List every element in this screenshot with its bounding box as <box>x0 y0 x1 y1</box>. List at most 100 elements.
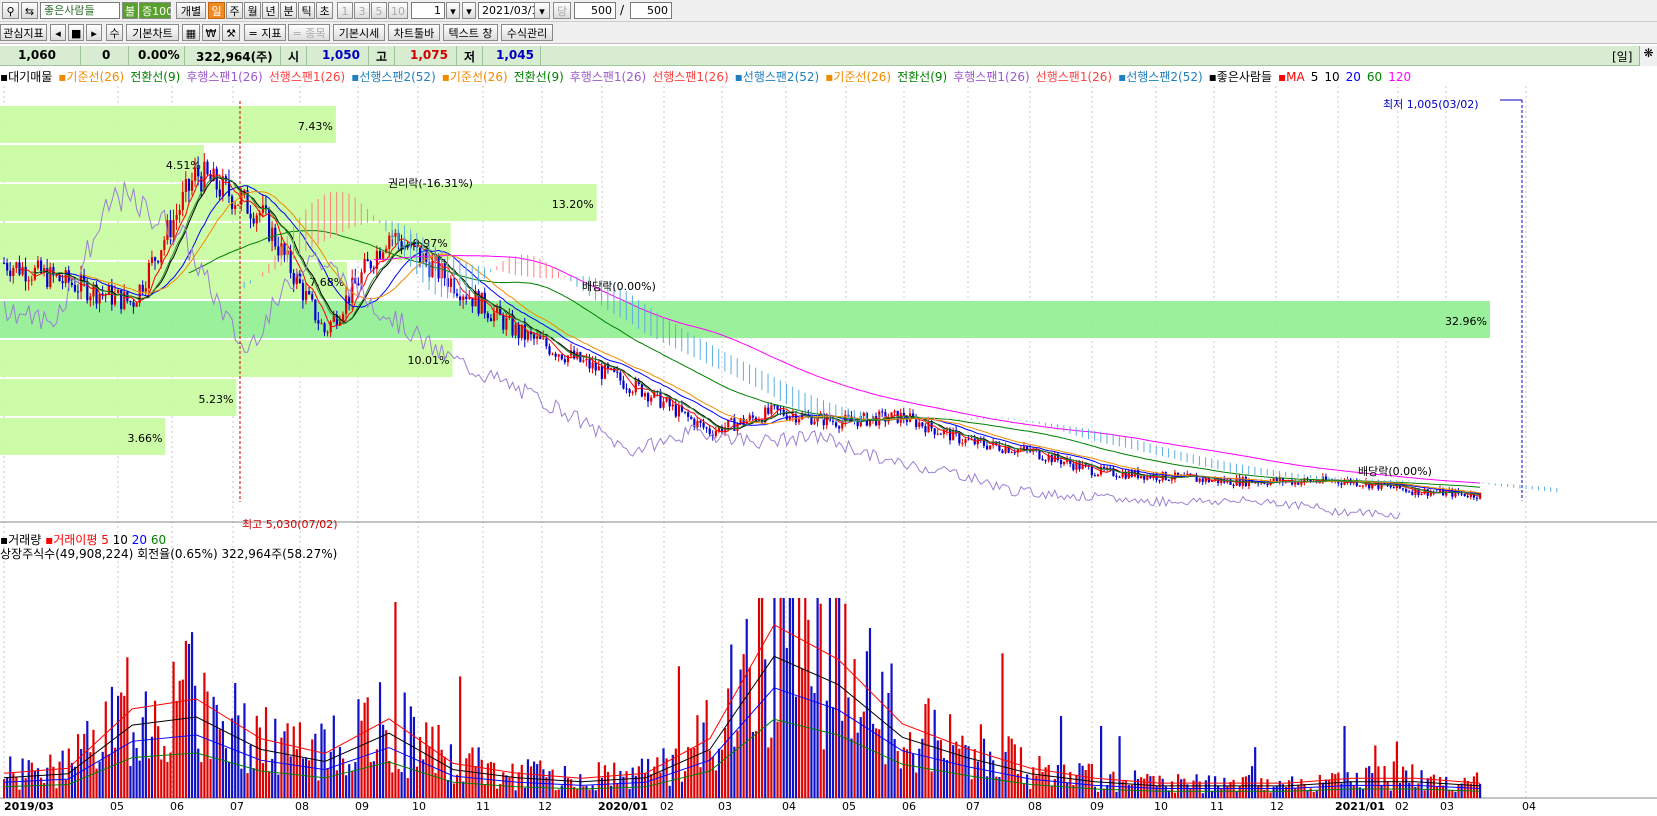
candle-body <box>1140 475 1143 479</box>
nav-next-button[interactable]: ▸ <box>86 24 102 41</box>
period-day-button[interactable]: 일 <box>208 2 225 19</box>
volume-bar <box>1294 787 1297 798</box>
stock-name-field[interactable]: 좋은사람들 <box>40 2 120 19</box>
candle-body <box>36 260 40 268</box>
volume-bar <box>1411 764 1414 798</box>
legend-item[interactable]: ▪기준선(26) <box>442 70 508 84</box>
individual-button[interactable]: 개별 <box>176 2 206 19</box>
dang-button[interactable]: 당 <box>553 2 571 19</box>
count-input[interactable]: 500 <box>574 2 616 19</box>
price-volume-chart[interactable]: 7.43%4.51%13.20%9.97%7.68%32.96%10.01%5.… <box>0 86 1657 800</box>
indicator-button[interactable]: = 지표 <box>244 24 286 41</box>
legend-item[interactable]: 선행스팬1(26) <box>1036 70 1112 84</box>
period-month-button[interactable]: 월 <box>244 2 261 19</box>
nav-prev-button[interactable]: ◂ <box>50 24 66 41</box>
candle-body <box>135 303 138 307</box>
chevron-down-icon[interactable]: ▾ <box>462 2 476 19</box>
volume-bar <box>862 711 865 798</box>
candle-body <box>144 288 147 292</box>
wrench-icon[interactable]: ⚒ <box>222 24 240 41</box>
legend-item[interactable]: ▪좋은사람들 <box>1209 70 1272 84</box>
quote-divider <box>394 46 395 66</box>
candle-body <box>594 362 597 371</box>
legend-item[interactable]: 후행스팬1(26) <box>570 70 646 84</box>
volume-bar <box>754 731 758 798</box>
legend-item[interactable]: 20 <box>1346 70 1361 84</box>
candle-body <box>1401 488 1405 490</box>
legend-item[interactable]: ▪선행스팬2(52) <box>1118 70 1203 84</box>
period-tick-button[interactable]: 틱 <box>298 2 315 19</box>
legend-item[interactable]: ▪대기매물 <box>0 70 52 84</box>
text-window-button[interactable]: 텍스트 창 <box>443 24 498 41</box>
basic-chart-button[interactable]: 기본차트 <box>126 24 179 41</box>
legend-item[interactable]: ▪기준선(26) <box>58 70 124 84</box>
item-button[interactable]: = 종목 <box>288 24 330 41</box>
period-week-button[interactable]: 주 <box>226 2 243 19</box>
quote-divider <box>80 46 81 66</box>
candle-body <box>708 428 711 435</box>
legend-item[interactable]: 후행스팬1(26) <box>186 70 262 84</box>
rights-label: 권리락(-16.31%) <box>388 177 473 190</box>
grid-icon[interactable]: ▦ <box>182 24 200 41</box>
nav-stop-button[interactable]: ■ <box>68 24 84 41</box>
period-minute-button[interactable]: 분 <box>280 2 297 19</box>
volume-bar <box>742 654 745 798</box>
candle-body <box>834 421 838 427</box>
volume-bar <box>982 738 986 798</box>
basic-quote-button[interactable]: 기본시세 <box>333 24 385 41</box>
candle-body <box>958 432 961 444</box>
chart-toolbar-button[interactable]: 차트툴바 <box>388 24 440 41</box>
volume-bar <box>1158 775 1161 798</box>
legend-item[interactable]: 10 <box>1324 70 1339 84</box>
volume-bar <box>717 748 721 798</box>
formula-mgmt-button[interactable]: 수식관리 <box>501 24 553 41</box>
volume-bar <box>585 785 588 798</box>
n-5-button[interactable]: 5 <box>371 2 387 19</box>
volume-bar <box>1155 785 1158 798</box>
volume-bar <box>554 790 557 798</box>
legend-item[interactable]: 120 <box>1388 70 1411 84</box>
date-dropdown-icon[interactable]: ▾ <box>534 2 550 19</box>
legend-item[interactable]: 전환선(9) <box>130 70 180 84</box>
legend-item[interactable]: 선행스팬1(26) <box>269 70 345 84</box>
volume-bar <box>406 778 409 798</box>
volume-bar <box>794 696 798 798</box>
n-10-button[interactable]: 10 <box>388 2 408 19</box>
n-1-button[interactable]: 1 <box>337 2 353 19</box>
candle-body <box>255 215 258 224</box>
chevron-down-icon[interactable]: ▾ <box>446 2 460 19</box>
candle-body <box>1198 478 1201 482</box>
volume-bar <box>169 752 172 798</box>
candle-body <box>455 293 459 296</box>
volume-bar <box>757 598 761 798</box>
volume-bar <box>1032 767 1035 798</box>
legend-item[interactable]: ▪기준선(26) <box>825 70 891 84</box>
candle-body <box>341 314 345 321</box>
legend-item[interactable]: 후행스팬1(26) <box>953 70 1029 84</box>
candle-body <box>545 338 548 347</box>
candle-body <box>662 401 665 408</box>
su-button[interactable]: 수 <box>106 24 123 41</box>
period-year-button[interactable]: 년 <box>262 2 279 19</box>
legend-item[interactable]: ▪선행스팬2(52) <box>735 70 820 84</box>
interval-input[interactable]: 1 <box>411 2 445 19</box>
won-icon[interactable]: ₩ <box>202 24 220 41</box>
legend-item[interactable]: ▪선행스팬2(52) <box>351 70 436 84</box>
legend-item[interactable]: 5 <box>1311 70 1319 84</box>
settings-icon[interactable]: ❋ <box>1639 46 1657 66</box>
legend-item[interactable]: 60 <box>1367 70 1382 84</box>
candle-body <box>9 270 12 276</box>
legend-item[interactable]: 선행스팬1(26) <box>652 70 728 84</box>
legend-item[interactable]: 전환선(9) <box>897 70 947 84</box>
volume-bar <box>1059 716 1063 798</box>
n-3-button[interactable]: 3 <box>354 2 370 19</box>
candle-body <box>345 295 348 315</box>
legend-item[interactable]: 전환선(9) <box>514 70 564 84</box>
watchlist-button[interactable]: 관심지표 <box>0 24 47 41</box>
period-second-button[interactable]: 초 <box>316 2 333 19</box>
legend-item[interactable]: ▪MA <box>1278 70 1305 84</box>
candle-body <box>357 283 360 286</box>
search-icon[interactable]: ⚲ <box>2 2 19 19</box>
refresh-icon[interactable]: ⇆ <box>21 2 38 19</box>
volume-bar <box>1454 791 1457 798</box>
